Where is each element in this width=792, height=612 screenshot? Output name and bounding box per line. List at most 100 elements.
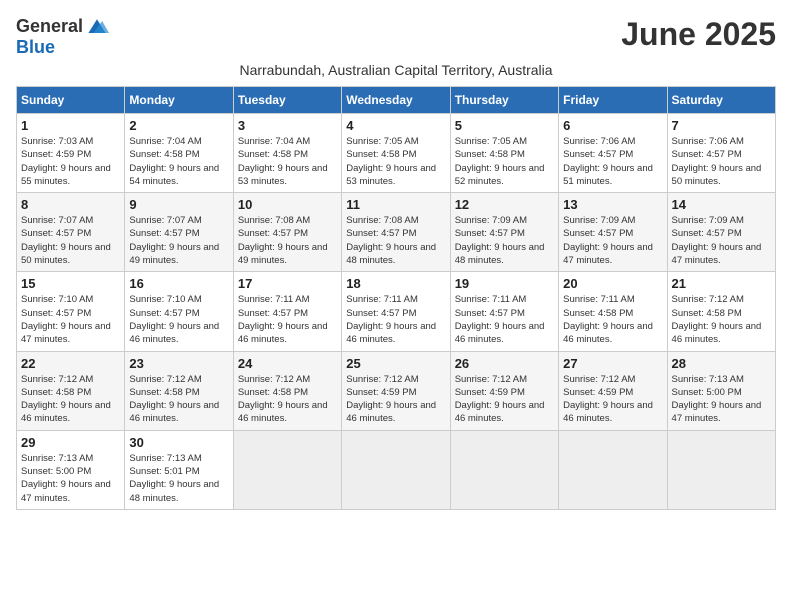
calendar-cell: [559, 430, 667, 509]
header-thursday: Thursday: [450, 87, 558, 114]
day-number: 30: [129, 435, 228, 450]
day-info: Sunrise: 7:12 AMSunset: 4:59 PMDaylight:…: [563, 373, 662, 426]
day-number: 4: [346, 118, 445, 133]
day-number: 29: [21, 435, 120, 450]
day-number: 13: [563, 197, 662, 212]
calendar-cell: 21 Sunrise: 7:12 AMSunset: 4:58 PMDayligh…: [667, 272, 775, 351]
day-number: 5: [455, 118, 554, 133]
day-info: Sunrise: 7:10 AMSunset: 4:57 PMDaylight:…: [129, 293, 228, 346]
location-title: Narrabundah, Australian Capital Territor…: [16, 62, 776, 78]
calendar-cell: 1 Sunrise: 7:03 AMSunset: 4:59 PMDaylight…: [17, 114, 125, 193]
day-info: Sunrise: 7:13 AMSunset: 5:01 PMDaylight:…: [129, 452, 228, 505]
calendar-cell: 4 Sunrise: 7:05 AMSunset: 4:58 PMDaylight…: [342, 114, 450, 193]
day-number: 22: [21, 356, 120, 371]
day-number: 21: [672, 276, 771, 291]
day-info: Sunrise: 7:12 AMSunset: 4:59 PMDaylight:…: [346, 373, 445, 426]
calendar-cell: 23 Sunrise: 7:12 AMSunset: 4:58 PMDayligh…: [125, 351, 233, 430]
calendar-cell: 11 Sunrise: 7:08 AMSunset: 4:57 PMDayligh…: [342, 193, 450, 272]
day-number: 15: [21, 276, 120, 291]
calendar-cell: 6Sunrise: 7:06 AMSunset: 4:57 PMDaylight…: [559, 114, 667, 193]
calendar-cell: 26 Sunrise: 7:12 AMSunset: 4:59 PMDayligh…: [450, 351, 558, 430]
calendar-cell: 13 Sunrise: 7:09 AMSunset: 4:57 PMDayligh…: [559, 193, 667, 272]
day-info: Sunrise: 7:07 AMSunset: 4:57 PMDaylight:…: [129, 214, 228, 267]
day-number: 12: [455, 197, 554, 212]
day-info: Sunrise: 7:11 AMSunset: 4:58 PMDaylight:…: [563, 293, 662, 346]
day-info: Sunrise: 7:13 AMSunset: 5:00 PMDaylight:…: [21, 452, 120, 505]
day-number: 11: [346, 197, 445, 212]
day-info: Sunrise: 7:03 AMSunset: 4:59 PMDaylight:…: [21, 135, 120, 188]
calendar-cell: [233, 430, 341, 509]
day-info: Sunrise: 7:07 AMSunset: 4:57 PMDaylight:…: [21, 214, 120, 267]
day-info: Sunrise: 7:09 AMSunset: 4:57 PMDaylight:…: [563, 214, 662, 267]
calendar-week-3: 15 Sunrise: 7:10 AMSunset: 4:57 PMDayligh…: [17, 272, 776, 351]
day-info: Sunrise: 7:11 AMSunset: 4:57 PMDaylight:…: [455, 293, 554, 346]
day-number: 26: [455, 356, 554, 371]
day-number: 24: [238, 356, 337, 371]
day-info: Sunrise: 7:12 AMSunset: 4:58 PMDaylight:…: [238, 373, 337, 426]
day-number: 17: [238, 276, 337, 291]
logo-icon: [85, 17, 109, 37]
calendar-cell: 20 Sunrise: 7:11 AMSunset: 4:58 PMDayligh…: [559, 272, 667, 351]
day-info: Sunrise: 7:05 AMSunset: 4:58 PMDaylight:…: [455, 135, 554, 188]
calendar-cell: 30 Sunrise: 7:13 AMSunset: 5:01 PMDayligh…: [125, 430, 233, 509]
header-wednesday: Wednesday: [342, 87, 450, 114]
month-title: June 2025: [621, 16, 776, 53]
day-number: 8: [21, 197, 120, 212]
day-info: Sunrise: 7:10 AMSunset: 4:57 PMDaylight:…: [21, 293, 120, 346]
calendar-cell: 22Sunrise: 7:12 AMSunset: 4:58 PMDayligh…: [17, 351, 125, 430]
day-number: 9: [129, 197, 228, 212]
calendar-cell: 24 Sunrise: 7:12 AMSunset: 4:58 PMDayligh…: [233, 351, 341, 430]
day-number: 18: [346, 276, 445, 291]
header-monday: Monday: [125, 87, 233, 114]
day-number: 27: [563, 356, 662, 371]
calendar-cell: 2 Sunrise: 7:04 AMSunset: 4:58 PMDaylight…: [125, 114, 233, 193]
header-friday: Friday: [559, 87, 667, 114]
calendar-cell: 10Sunrise: 7:08 AMSunset: 4:57 PMDayligh…: [233, 193, 341, 272]
day-number: 14: [672, 197, 771, 212]
calendar-header-row: SundayMondayTuesdayWednesdayThursdayFrid…: [17, 87, 776, 114]
day-number: 3: [238, 118, 337, 133]
calendar-cell: 16Sunrise: 7:10 AMSunset: 4:57 PMDayligh…: [125, 272, 233, 351]
header-sunday: Sunday: [17, 87, 125, 114]
day-number: 23: [129, 356, 228, 371]
day-number: 25: [346, 356, 445, 371]
calendar-cell: 3 Sunrise: 7:04 AMSunset: 4:58 PMDaylight…: [233, 114, 341, 193]
calendar-cell: 15 Sunrise: 7:10 AMSunset: 4:57 PMDayligh…: [17, 272, 125, 351]
day-info: Sunrise: 7:09 AMSunset: 4:57 PMDaylight:…: [672, 214, 771, 267]
header-saturday: Saturday: [667, 87, 775, 114]
day-info: Sunrise: 7:04 AMSunset: 4:58 PMDaylight:…: [129, 135, 228, 188]
day-info: Sunrise: 7:12 AMSunset: 4:58 PMDaylight:…: [129, 373, 228, 426]
day-info: Sunrise: 7:12 AMSunset: 4:58 PMDaylight:…: [672, 293, 771, 346]
header: General Blue June 2025: [16, 16, 776, 58]
calendar-table: SundayMondayTuesdayWednesdayThursdayFrid…: [16, 86, 776, 510]
day-number: 19: [455, 276, 554, 291]
day-number: 2: [129, 118, 228, 133]
calendar-cell: 8 Sunrise: 7:07 AMSunset: 4:57 PMDaylight…: [17, 193, 125, 272]
logo: General Blue: [16, 16, 111, 58]
day-number: 20: [563, 276, 662, 291]
calendar-cell: 29 Sunrise: 7:13 AMSunset: 5:00 PMDayligh…: [17, 430, 125, 509]
calendar-cell: 17 Sunrise: 7:11 AMSunset: 4:57 PMDayligh…: [233, 272, 341, 351]
calendar-cell: 18 Sunrise: 7:11 AMSunset: 4:57 PMDayligh…: [342, 272, 450, 351]
day-info: Sunrise: 7:13 AMSunset: 5:00 PMDaylight:…: [672, 373, 771, 426]
calendar-cell: [342, 430, 450, 509]
day-info: Sunrise: 7:11 AMSunset: 4:57 PMDaylight:…: [346, 293, 445, 346]
day-number: 7: [672, 118, 771, 133]
calendar-cell: 5 Sunrise: 7:05 AMSunset: 4:58 PMDaylight…: [450, 114, 558, 193]
day-number: 28: [672, 356, 771, 371]
day-number: 10: [238, 197, 337, 212]
calendar-cell: 28 Sunrise: 7:13 AMSunset: 5:00 PMDayligh…: [667, 351, 775, 430]
calendar-cell: 7Sunrise: 7:06 AMSunset: 4:57 PMDaylight…: [667, 114, 775, 193]
day-info: Sunrise: 7:06 AMSunset: 4:57 PMDaylight:…: [563, 135, 662, 188]
calendar-cell: 12Sunrise: 7:09 AMSunset: 4:57 PMDayligh…: [450, 193, 558, 272]
day-info: Sunrise: 7:05 AMSunset: 4:58 PMDaylight:…: [346, 135, 445, 188]
logo-general: General: [16, 16, 83, 37]
day-info: Sunrise: 7:04 AMSunset: 4:58 PMDaylight:…: [238, 135, 337, 188]
calendar-cell: 14 Sunrise: 7:09 AMSunset: 4:57 PMDayligh…: [667, 193, 775, 272]
day-info: Sunrise: 7:12 AMSunset: 4:59 PMDaylight:…: [455, 373, 554, 426]
calendar-cell: [667, 430, 775, 509]
calendar-week-5: 29 Sunrise: 7:13 AMSunset: 5:00 PMDayligh…: [17, 430, 776, 509]
day-info: Sunrise: 7:11 AMSunset: 4:57 PMDaylight:…: [238, 293, 337, 346]
day-info: Sunrise: 7:08 AMSunset: 4:57 PMDaylight:…: [346, 214, 445, 267]
day-number: 1: [21, 118, 120, 133]
